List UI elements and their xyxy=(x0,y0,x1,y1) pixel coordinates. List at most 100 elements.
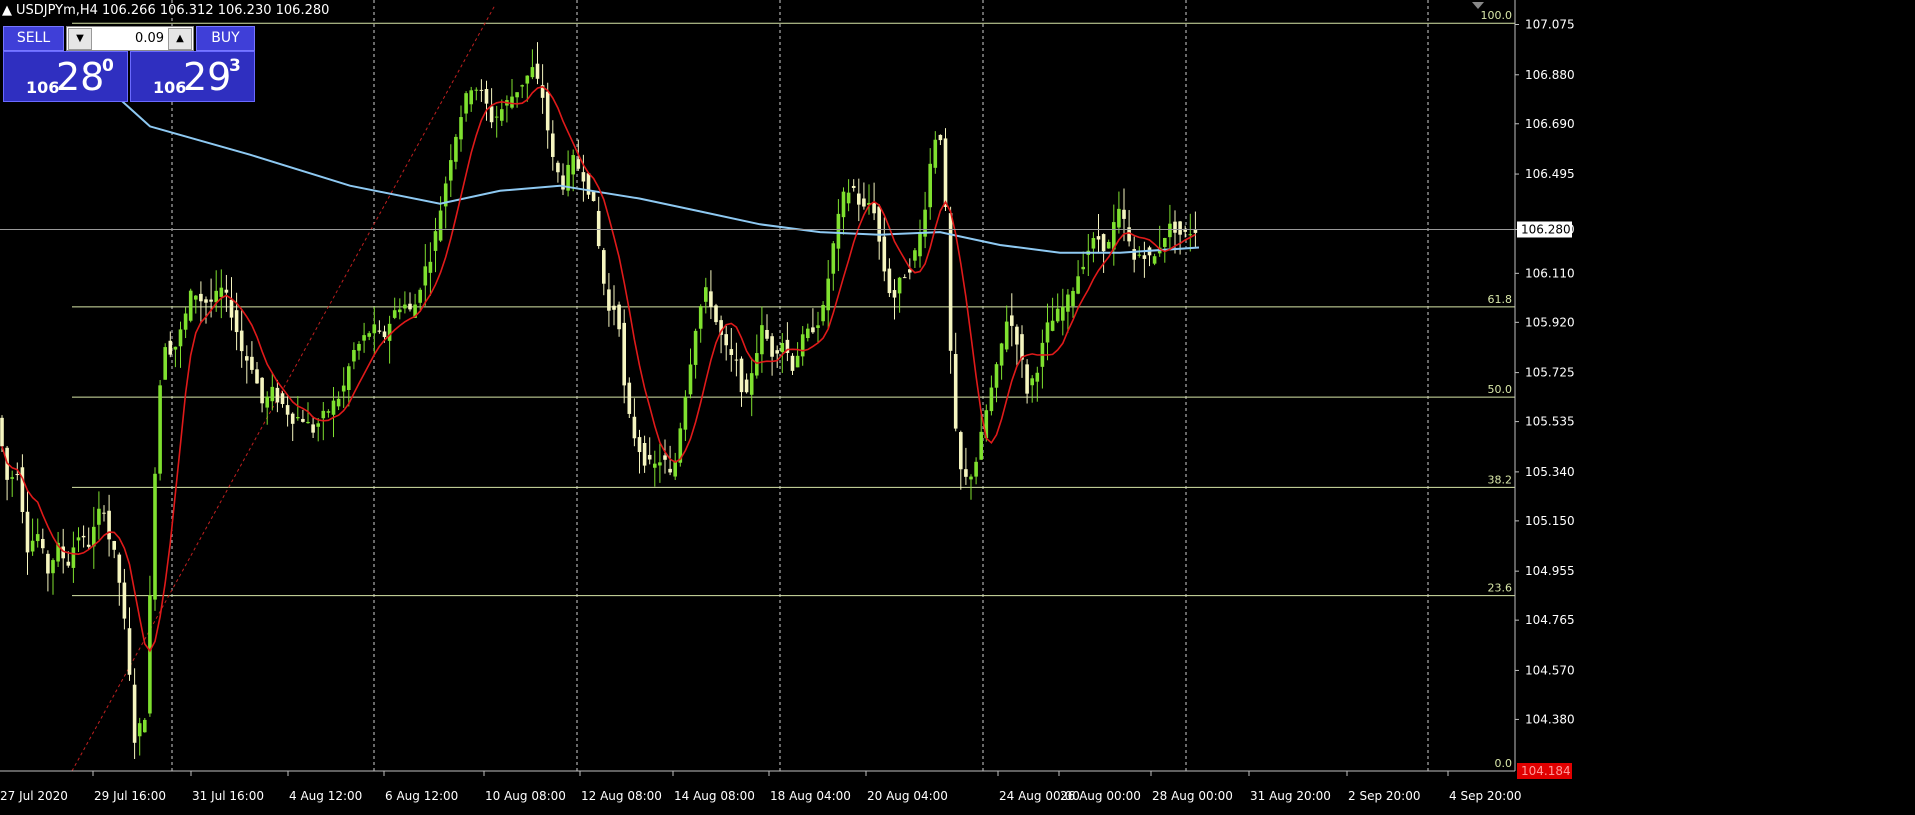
candle-body xyxy=(117,554,122,583)
fib-level-label: 50.0 xyxy=(1488,383,1513,396)
candle-body xyxy=(770,336,774,357)
candle-body xyxy=(137,723,142,737)
lot-decrease-icon[interactable]: ▼ xyxy=(68,28,92,50)
candle-body xyxy=(1004,321,1009,350)
candle-body xyxy=(71,547,76,568)
candle-body xyxy=(831,243,836,274)
candle-body xyxy=(10,477,14,479)
lot-increase-icon[interactable]: ▲ xyxy=(168,28,192,50)
price-chart[interactable]: 100.0 61.8 50.0 38.2 23.6 0.0 107.075 106.880 1… xyxy=(0,0,1915,815)
candle-body xyxy=(612,305,616,310)
candle-body xyxy=(1035,372,1040,382)
candle-body xyxy=(469,90,473,105)
candle-body xyxy=(341,385,346,392)
candle-body xyxy=(428,261,433,273)
candle-body xyxy=(1061,306,1065,321)
bid-price-display[interactable]: 106 28 0 xyxy=(3,51,128,102)
candle-body xyxy=(107,510,111,540)
price-tick-label: 105.340 xyxy=(1525,465,1575,479)
ohlc-values: 106.266 106.312 106.230 106.280 xyxy=(101,3,330,18)
candle-body xyxy=(418,289,422,303)
buy-button[interactable]: BUY xyxy=(196,26,255,51)
candle-body xyxy=(403,304,407,309)
candle-body xyxy=(622,322,626,386)
fib-level-label: 61.8 xyxy=(1488,293,1513,306)
candle-body xyxy=(617,304,621,330)
candle-body xyxy=(265,396,269,408)
time-tick-label: 31 Aug 20:00 xyxy=(1250,789,1331,803)
candle-body xyxy=(454,136,458,162)
candle-body xyxy=(1193,229,1198,233)
candle-body xyxy=(607,289,611,311)
candle-body xyxy=(382,331,387,338)
candle-body xyxy=(1055,308,1060,322)
candle-body xyxy=(479,89,484,91)
candle-body xyxy=(76,537,81,541)
candle-body xyxy=(1178,221,1182,235)
candle-body xyxy=(311,424,315,433)
candle-body xyxy=(974,461,978,477)
collapse-triangle-icon[interactable]: ▲ xyxy=(2,3,12,18)
candle-body xyxy=(851,185,856,188)
candle-body xyxy=(372,324,377,334)
candle-body xyxy=(836,213,841,249)
candle-body xyxy=(841,191,846,218)
candle-body xyxy=(637,437,642,453)
sell-button[interactable]: SELL xyxy=(3,26,64,51)
price-tick-label: 106.110 xyxy=(1525,266,1575,280)
price-tick-label: 105.535 xyxy=(1525,415,1575,429)
candle-body xyxy=(959,432,963,470)
candle-body xyxy=(214,290,218,303)
candle-body xyxy=(826,278,830,311)
time-tick-label: 6 Aug 12:00 xyxy=(385,789,458,803)
candle-body xyxy=(275,387,280,403)
candle-body xyxy=(367,333,371,337)
candle-body xyxy=(1168,223,1172,238)
candle-body xyxy=(887,268,892,294)
candle-body xyxy=(209,299,213,302)
time-tick-label: 2 Sep 20:00 xyxy=(1348,789,1420,803)
candle-body xyxy=(449,160,453,181)
candle-body xyxy=(979,431,983,460)
lot-size-field[interactable]: ▼ 0.09 ▲ xyxy=(66,26,194,51)
candle-body xyxy=(255,369,259,384)
candle-body xyxy=(709,291,713,307)
ask-price-display[interactable]: 106 29 3 xyxy=(130,51,255,102)
fib-level-label: 38.2 xyxy=(1488,473,1513,486)
lot-size-value[interactable]: 0.09 xyxy=(92,27,167,50)
candle-body xyxy=(928,163,932,208)
candle-body xyxy=(112,541,116,550)
candle-body xyxy=(178,329,183,347)
candle-body xyxy=(1132,249,1136,260)
candle-body xyxy=(260,377,264,404)
candle-body xyxy=(693,330,698,365)
candle-body xyxy=(25,511,30,553)
candle-body xyxy=(591,191,596,202)
price-tick-label: 105.920 xyxy=(1525,315,1575,329)
candle-body xyxy=(35,534,40,542)
candle-body xyxy=(576,159,581,169)
candle-body xyxy=(520,85,524,87)
candle-body xyxy=(571,155,575,175)
price-tick-label: 105.150 xyxy=(1525,514,1575,528)
bid-price-point: 0 xyxy=(102,56,114,76)
ask-price-main: 29 xyxy=(183,55,232,99)
candle-body xyxy=(897,277,902,294)
candle-body xyxy=(938,134,943,141)
candle-body xyxy=(857,193,861,205)
candle-body xyxy=(423,266,428,286)
candle-body xyxy=(331,400,336,415)
candle-body xyxy=(882,236,887,272)
candle-body xyxy=(795,355,800,368)
low-price-label: 104.184 xyxy=(1521,764,1571,778)
candle-body xyxy=(387,323,392,341)
candle-body xyxy=(438,210,443,241)
symbol-header: ▲ USDJPYm,H4 106.266 106.312 106.230 106.2… xyxy=(2,3,333,18)
candle-body xyxy=(1106,242,1111,249)
time-tick-label: 4 Aug 12:00 xyxy=(289,789,362,803)
candle-body xyxy=(1030,378,1034,386)
candle-body xyxy=(280,393,285,405)
candle-body xyxy=(1188,234,1193,236)
candle-body xyxy=(561,175,565,190)
candle-body xyxy=(739,358,744,393)
